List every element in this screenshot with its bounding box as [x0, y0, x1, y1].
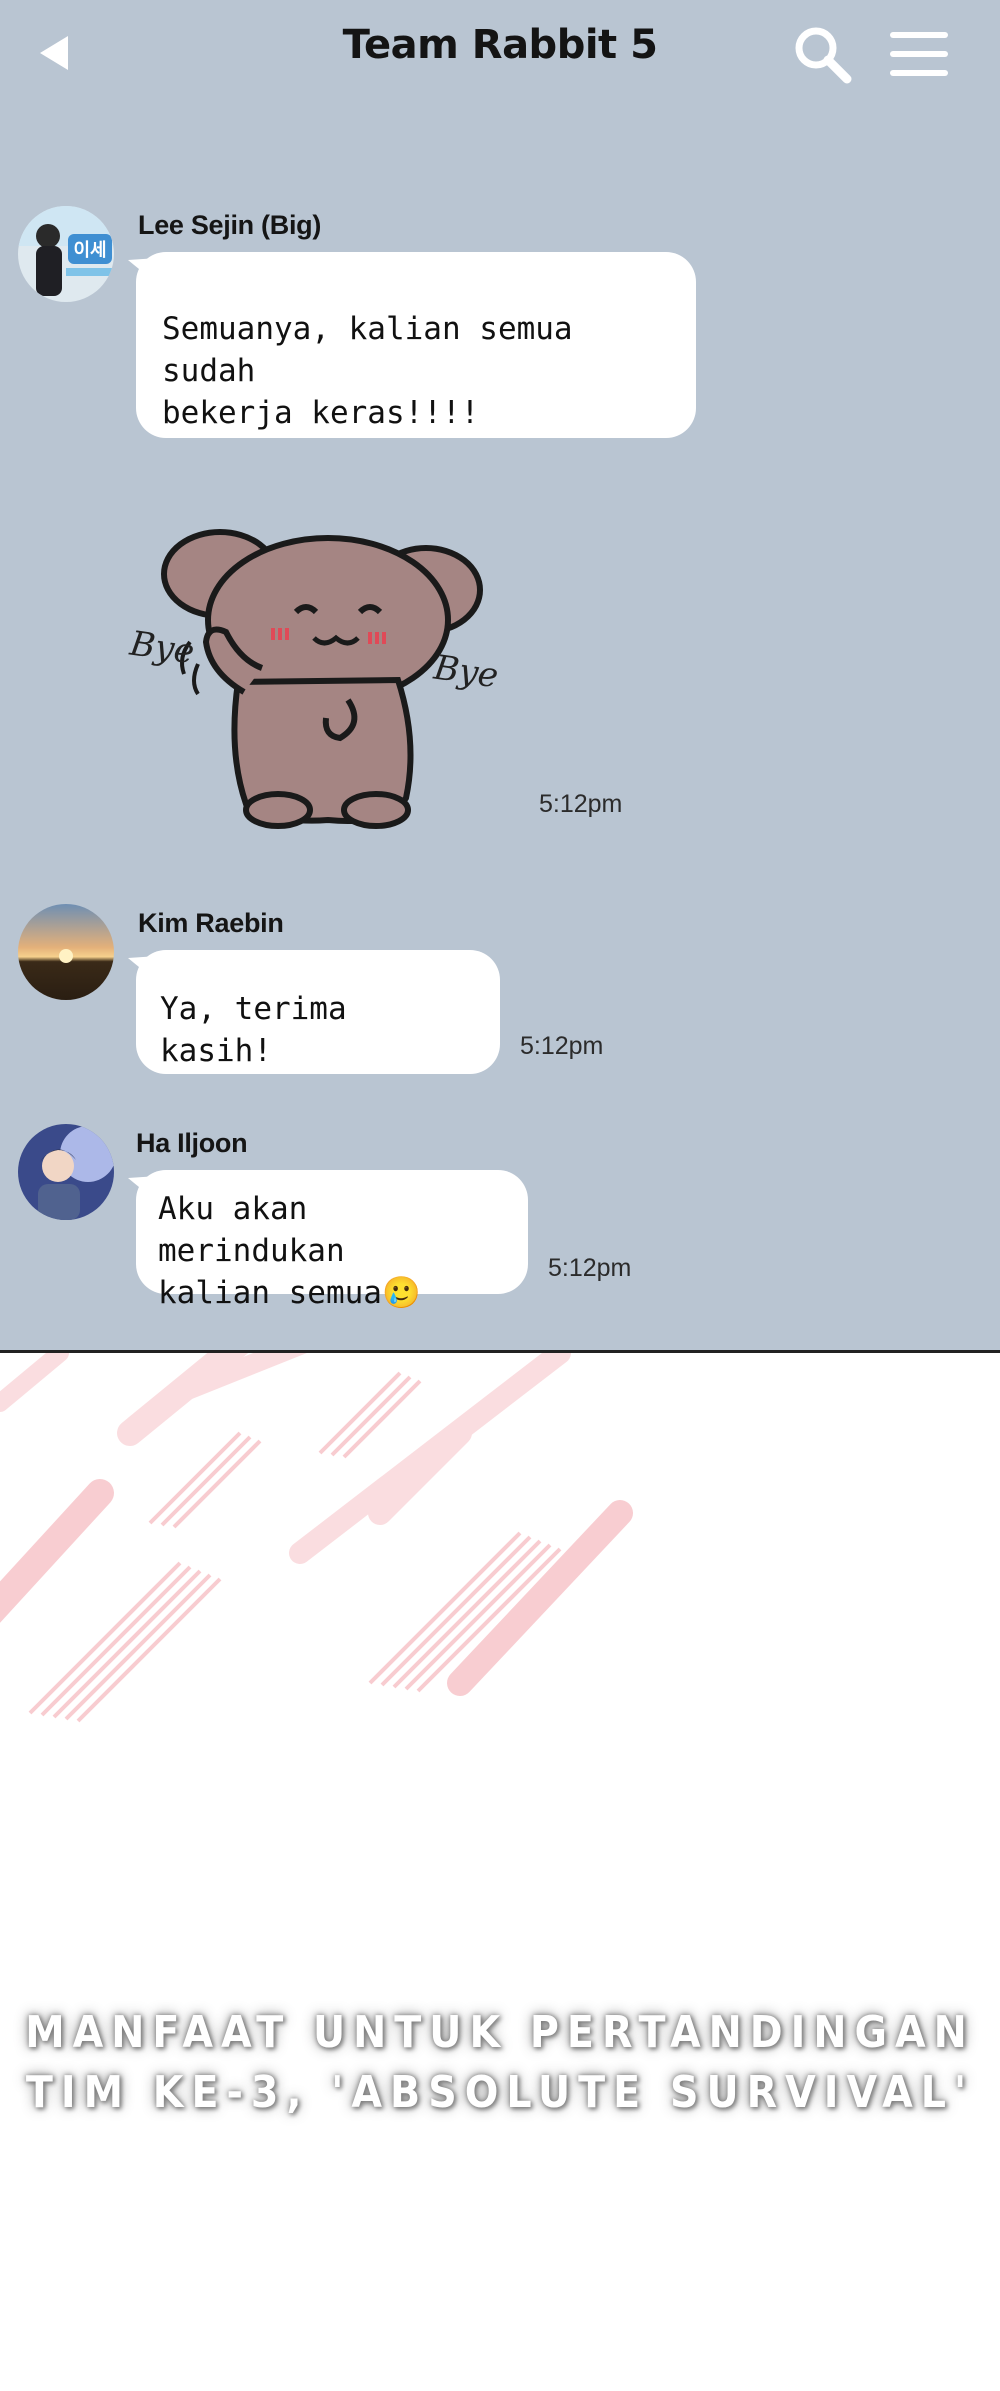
menu-button[interactable]	[886, 26, 952, 82]
caption-panel: MANFAAT UNTUK PERTANDINGAN TIM KE-3, 'AB…	[0, 1353, 1000, 2391]
caption-text: MANFAAT UNTUK PERTANDINGAN TIM KE-3, 'AB…	[0, 2003, 1000, 2123]
search-button[interactable]	[790, 22, 854, 86]
message-bubble: Aku akan merindukan kalian semua🥲	[136, 1170, 528, 1311]
message-timestamp: 5:12pm	[520, 1032, 604, 1060]
search-icon	[795, 27, 852, 84]
sender-name: Kim Raebin	[138, 908, 284, 938]
message-timestamp: 5:12pm	[539, 790, 623, 818]
bye-bye-bear-sticker[interactable]: Bye Bye	[128, 492, 508, 838]
avatar-ha-iljoon-image	[18, 1124, 114, 1220]
avatar-kim-raebin[interactable]	[18, 904, 114, 1000]
svg-text:이세: 이세	[73, 240, 106, 261]
chat-header: Team Rabbit 5	[0, 0, 1000, 110]
avatar-kim-raebin-image	[18, 904, 114, 1000]
chat-panel: Team Rabbit 5 이세 Lee Sejin (Big) Semuany…	[0, 0, 1000, 1350]
caption-line-2: TIM KE-3, 'ABSOLUTE SURVIVAL'	[25, 2067, 975, 2118]
avatar-ha-iljoon[interactable]	[18, 1124, 114, 1220]
hamburger-menu-icon	[890, 32, 948, 76]
sender-name: Lee Sejin (Big)	[138, 210, 322, 240]
message-bubble: Semuanya, kalian semua sudah bekerja ker…	[136, 252, 696, 438]
message-timestamp: 5:12pm	[548, 1254, 632, 1282]
caption-line-1: MANFAAT UNTUK PERTANDINGAN	[25, 2007, 975, 2058]
sender-name: Ha Iljoon	[136, 1128, 248, 1158]
message-bubble: Ya, terima kasih!	[136, 950, 500, 1074]
avatar-lee-sejin[interactable]: 이세	[18, 206, 114, 302]
decorative-stripes	[0, 1353, 633, 1723]
avatar-lee-sejin-image: 이세	[18, 206, 114, 302]
